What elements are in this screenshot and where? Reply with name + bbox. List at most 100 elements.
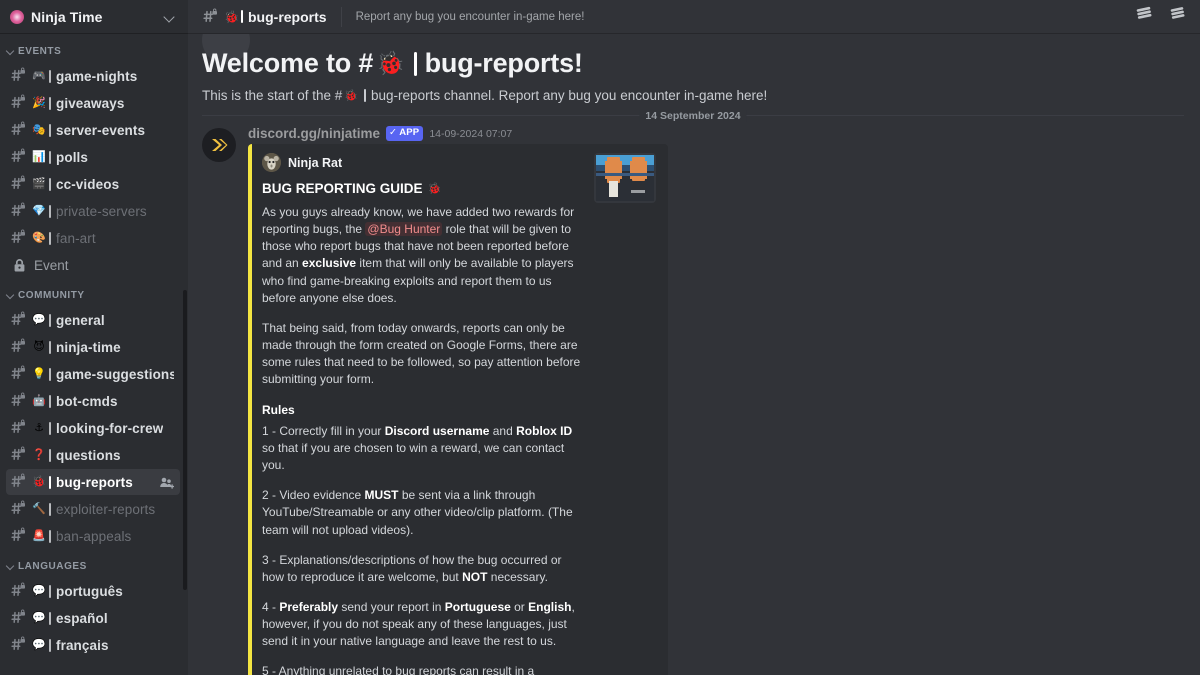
app-badge-label: APP: [399, 127, 420, 139]
sidebar-channel-giveaways[interactable]: 🎉 giveaways: [6, 90, 180, 116]
notification-bell-icon[interactable]: [1170, 5, 1190, 28]
threads-icon[interactable]: [1136, 5, 1156, 28]
server-name: Ninja Time: [31, 8, 103, 25]
r4c: send your report in: [338, 599, 445, 614]
sidebar-event-label: Event: [34, 257, 69, 273]
sidebar-channel-server-events[interactable]: 🎭 server-events: [6, 117, 180, 143]
rules-heading-text: Rules: [262, 402, 295, 417]
channel-emoji: 💬: [32, 638, 46, 651]
rules-heading: Rules: [262, 402, 582, 419]
channel-list[interactable]: EVENTS 🎮 game-nights 🎉 giveaways 🎭 server-e…: [0, 34, 188, 675]
rule-5: 5 - Anything unrelated to bug reports ca…: [262, 663, 582, 675]
sidebar-scrollbar[interactable]: [183, 290, 187, 590]
channel-name-divider: [49, 421, 51, 435]
channel-name-divider: [49, 367, 51, 381]
channel-name-divider: [49, 584, 51, 598]
hash-lock-icon: [10, 202, 28, 220]
roblox-characters-thumbnail[interactable]: [594, 153, 656, 203]
channel-emoji: 💡: [32, 367, 46, 380]
message-embed: Ninja Rat BUG REPORTING GUIDE 🐞 As you g…: [248, 144, 668, 675]
server-icon: [10, 9, 24, 24]
welcome-sub-divider: [364, 89, 367, 102]
sidebar-channel-ban-appeals[interactable]: 🚨 ban-appeals: [6, 523, 180, 549]
message: discord.gg/ninjatime ✓ APP 14-09-2024 07…: [188, 116, 1200, 675]
message-scroll-area[interactable]: Welcome to # 🐞 bug-reports! This is the …: [188, 34, 1200, 675]
category-header-events[interactable]: EVENTS: [0, 40, 188, 62]
rule-2: 2 - Video evidence MUST be sent via a li…: [262, 487, 582, 538]
category-header-community[interactable]: COMMUNITY: [0, 284, 188, 306]
verified-check-icon: ✓: [389, 127, 398, 139]
channel-name: cc-videos: [56, 176, 120, 192]
channel-name-divider: [241, 10, 243, 23]
channel-name-divider: [49, 231, 51, 245]
channel-topic: Report any bug you encounter in-game her…: [355, 10, 585, 23]
sidebar-channel-looking-for-crew[interactable]: ⚓ looking-for-crew: [6, 415, 180, 441]
category-collapse-icon[interactable]: [6, 561, 16, 571]
channel-name: private-servers: [56, 203, 147, 219]
channel-name: game-suggestions: [56, 366, 174, 382]
message-author[interactable]: discord.gg/ninjatime: [248, 126, 380, 141]
channel-sidebar: Ninja Time EVENTS 🎮 game-nights 🎉 giveaway…: [0, 0, 188, 675]
discord-app-window: Ninja Time EVENTS 🎮 game-nights 🎉 giveaway…: [0, 0, 1200, 675]
category-collapse-icon[interactable]: [6, 290, 16, 300]
app-badge: ✓ APP: [386, 126, 424, 141]
sidebar-channel-fan-art[interactable]: 🎨 fan-art: [6, 225, 180, 251]
channel-emoji: 🎉: [32, 96, 46, 109]
hash-lock-icon: [10, 148, 28, 166]
sidebar-channel-game-suggestions[interactable]: 💡 game-suggestions: [6, 361, 180, 387]
sidebar-event-row[interactable]: Event: [6, 252, 180, 278]
rule-3: 3 - Explanations/descriptions of how the…: [262, 552, 582, 586]
hash-lock-icon: [10, 338, 28, 356]
channel-emoji: 🤖: [32, 394, 46, 407]
channel-name: ban-appeals: [56, 528, 132, 544]
welcome-prefix: Welcome to #: [202, 48, 374, 78]
sidebar-channel-questions[interactable]: ❓ questions: [6, 442, 180, 468]
sidebar-channel-ninja-time[interactable]: 😈 ninja-time: [6, 334, 180, 360]
channel-name-divider: [49, 150, 51, 164]
channel-emoji: 😈: [33, 340, 45, 353]
channel-name-divider: [49, 475, 51, 489]
add-member-icon[interactable]: [159, 475, 174, 490]
category-label: LANGUAGES: [18, 560, 87, 572]
channel-emoji: 🎨: [32, 231, 46, 244]
channel-emoji: 🚨: [32, 529, 46, 542]
channel-emoji: 🐞: [32, 475, 46, 488]
hash-lock-icon: [10, 419, 28, 437]
date-divider-label: 14 September 2024: [639, 109, 747, 122]
server-header[interactable]: Ninja Time: [0, 0, 188, 34]
hash-lock-icon: [10, 229, 28, 247]
sidebar-channel-game-nights[interactable]: 🎮 game-nights: [6, 63, 180, 89]
welcome-sub-emoji: 🐞: [344, 90, 359, 102]
channel-welcome-block: Welcome to # 🐞 bug-reports! This is the …: [188, 34, 1200, 103]
sidebar-channel-bot-cmds[interactable]: 🤖 bot-cmds: [6, 388, 180, 414]
chevron-down-icon[interactable]: [164, 11, 176, 23]
channel-name: français: [56, 637, 109, 653]
ninja-time-bot-avatar[interactable]: [202, 128, 236, 162]
hash-lock-icon: [10, 67, 28, 85]
sidebar-channel-private-servers[interactable]: 💎 private-servers: [6, 198, 180, 224]
sidebar-channel-français[interactable]: 💬 français: [6, 632, 180, 658]
sidebar-channel-bug-reports[interactable]: 🐞 bug-reports: [6, 469, 180, 495]
hash-lock-icon: [10, 446, 28, 464]
date-divider: 14 September 2024: [202, 109, 1184, 122]
hash-lock-icon: [10, 311, 28, 329]
role-mention[interactable]: @Bug Hunter: [365, 222, 443, 237]
sidebar-channel-português[interactable]: 💬 português: [6, 578, 180, 604]
sidebar-channel-polls[interactable]: 📊 polls: [6, 144, 180, 170]
channel-emoji: 💎: [32, 204, 46, 217]
channel-name-divider: [49, 177, 51, 191]
embed-paragraph-1: As you guys already know, we have added …: [262, 204, 582, 307]
channel-name-divider: [49, 123, 51, 137]
category-header-languages[interactable]: LANGUAGES: [0, 555, 188, 577]
embed-title: BUG REPORTING GUIDE 🐞: [262, 181, 582, 196]
sidebar-channel-español[interactable]: 💬 español: [6, 605, 180, 631]
main-panel: 🐞 bug-reports Report any bug you encount…: [188, 0, 1200, 675]
sidebar-channel-general[interactable]: 💬 general: [6, 307, 180, 333]
category-collapse-icon[interactable]: [6, 46, 16, 56]
sidebar-channel-cc-videos[interactable]: 🎬 cc-videos: [6, 171, 180, 197]
sidebar-channel-exploiter-reports[interactable]: 🔨 exploiter-reports: [6, 496, 180, 522]
channel-name-divider: [49, 340, 51, 354]
channel-emoji: 🎭: [32, 123, 46, 136]
hash-lock-icon: [202, 8, 220, 26]
hash-lock-icon: [10, 527, 28, 545]
